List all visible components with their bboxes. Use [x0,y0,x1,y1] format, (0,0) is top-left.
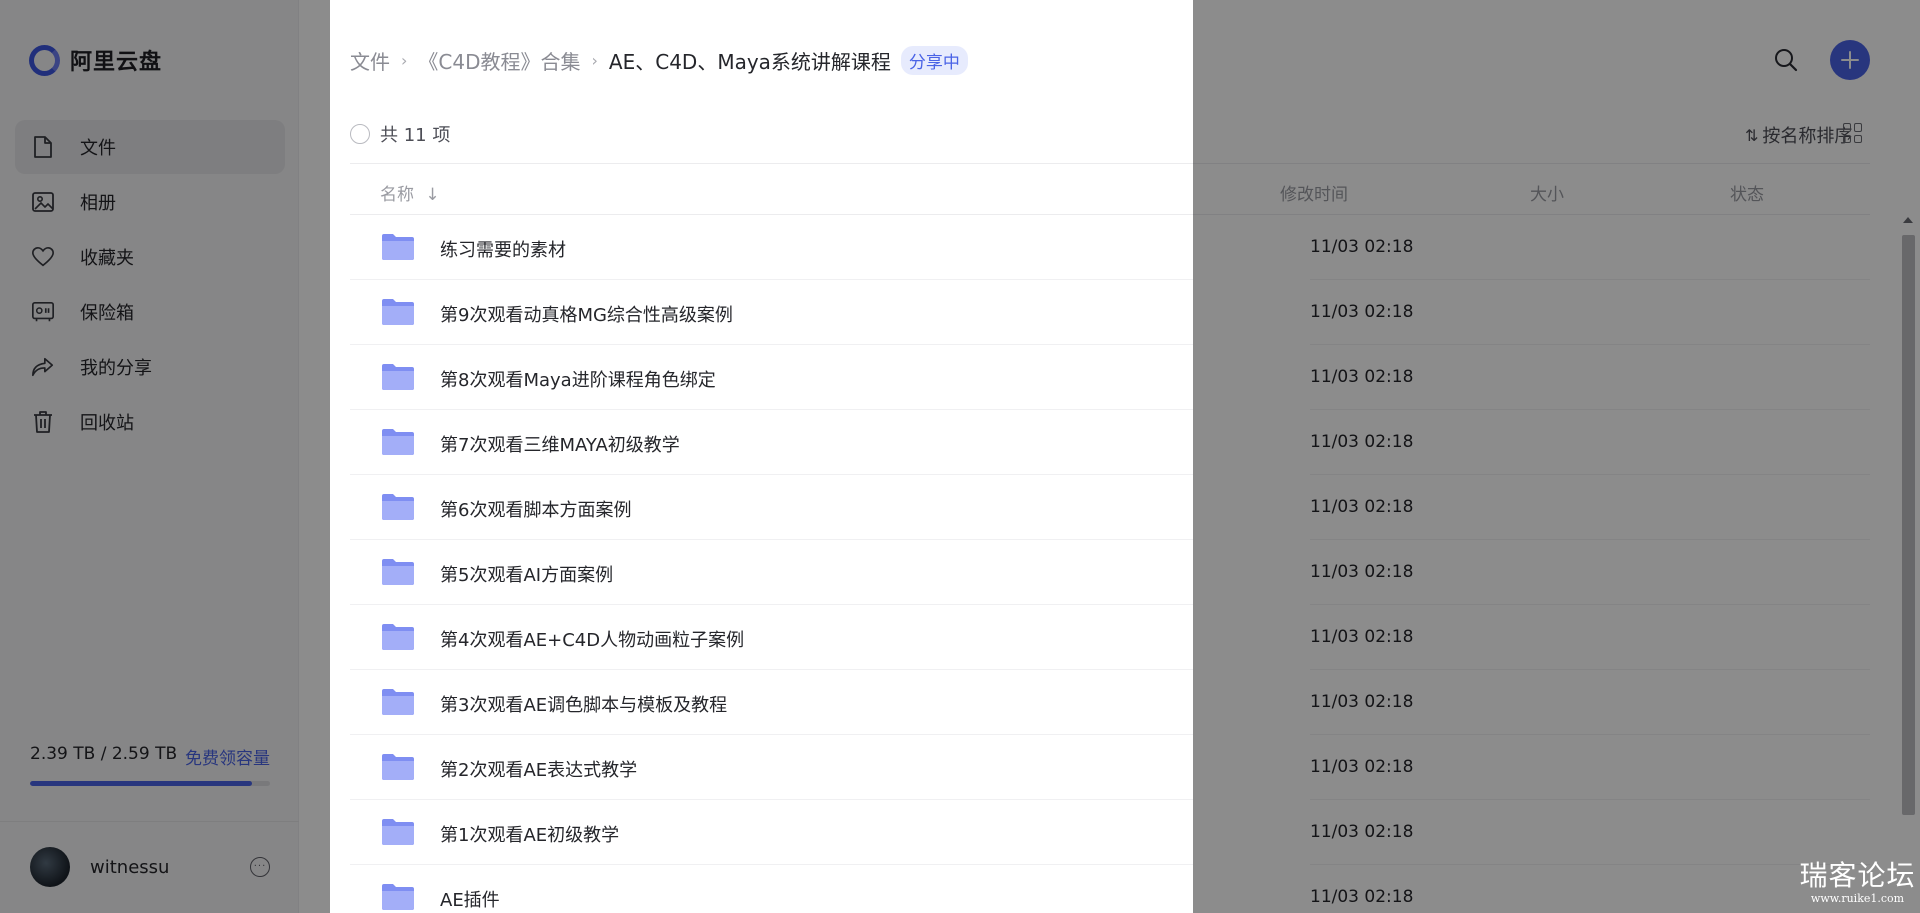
select-all-checkbox[interactable] [350,124,370,144]
table-row[interactable]: 第4次观看AE+C4D人物动画粒子案例 [350,605,1193,670]
column-name-label: 名称 [380,185,414,205]
file-name: 第2次观看AE表达式教学 [440,760,638,781]
table-row[interactable]: AE插件 [350,865,1193,913]
sharing-badge[interactable]: 分享中 [900,46,968,75]
watermark-title: 瑞客论坛 [1799,859,1916,892]
file-name: 练习需要的素材 [440,240,566,261]
folder-icon [382,819,414,845]
file-name: 第1次观看AE初级教学 [440,825,620,846]
column-name[interactable]: 名称 ↓ [380,180,440,205]
table-row[interactable]: 第2次观看AE表达式教学 [350,735,1193,800]
folder-icon [382,299,414,325]
file-name: 第3次观看AE调色脚本与模板及教程 [440,695,728,716]
breadcrumb: 文件 › 《C4D教程》合集 › AE、C4D、Maya系统讲解课程 分享中 [350,46,968,75]
file-name: 第8次观看Maya进阶课程角色绑定 [440,370,716,391]
table-row[interactable]: 第6次观看脚本方面案例 [350,475,1193,540]
panel-toolbar: 共 11 项 [350,120,1193,148]
file-list: 练习需要的素材第9次观看动真格MG综合性高级案例 第8次观看Maya进阶课程角色绑… [350,215,1193,913]
table-row[interactable]: 第3次观看AE调色脚本与模板及教程 [350,670,1193,735]
folder-icon [382,429,414,455]
folder-icon [382,234,414,260]
item-count: 共 11 项 [380,125,451,146]
folder-icon [382,624,414,650]
folder-icon [382,754,414,780]
breadcrumb-item[interactable]: 文件 [350,46,390,75]
chevron-right-icon: › [591,51,598,70]
file-name: 第5次观看AI方面案例 [440,565,614,586]
folder-icon [382,689,414,715]
breadcrumb-current: AE、C4D、Maya系统讲解课程 [608,50,891,74]
watermark: 瑞客论坛 www.ruike1.com [1795,859,1920,906]
file-panel: 文件 › 《C4D教程》合集 › AE、C4D、Maya系统讲解课程 分享中 共… [330,0,1193,913]
breadcrumb-item[interactable]: 《C4D教程》合集 [418,46,580,75]
table-row[interactable]: 练习需要的素材 [350,215,1193,280]
table-row[interactable]: 第9次观看动真格MG综合性高级案例 [350,280,1193,345]
panel-table-header: 名称 ↓ [350,163,1193,215]
file-name: 第7次观看三维MAYA初级教学 [440,435,680,456]
table-row[interactable]: 第7次观看三维MAYA初级教学 [350,410,1193,475]
file-name: 第9次观看动真格MG综合性高级案例 [440,305,733,326]
file-name: 第6次观看脚本方面案例 [440,500,632,521]
chevron-right-icon: › [401,51,408,70]
table-row[interactable]: 第5次观看AI方面案例 [350,540,1193,605]
file-name: 第4次观看AE+C4D人物动画粒子案例 [440,630,745,651]
folder-icon [382,884,414,910]
folder-icon [382,559,414,585]
file-name: AE插件 [440,890,500,911]
sort-arrow-icon: ↓ [425,185,440,205]
folder-icon [382,364,414,390]
table-row[interactable]: 第8次观看Maya进阶课程角色绑定 [350,345,1193,410]
table-row[interactable]: 第1次观看AE初级教学 [350,800,1193,865]
folder-icon [382,494,414,520]
watermark-url: www.ruike1.com [1810,892,1905,905]
